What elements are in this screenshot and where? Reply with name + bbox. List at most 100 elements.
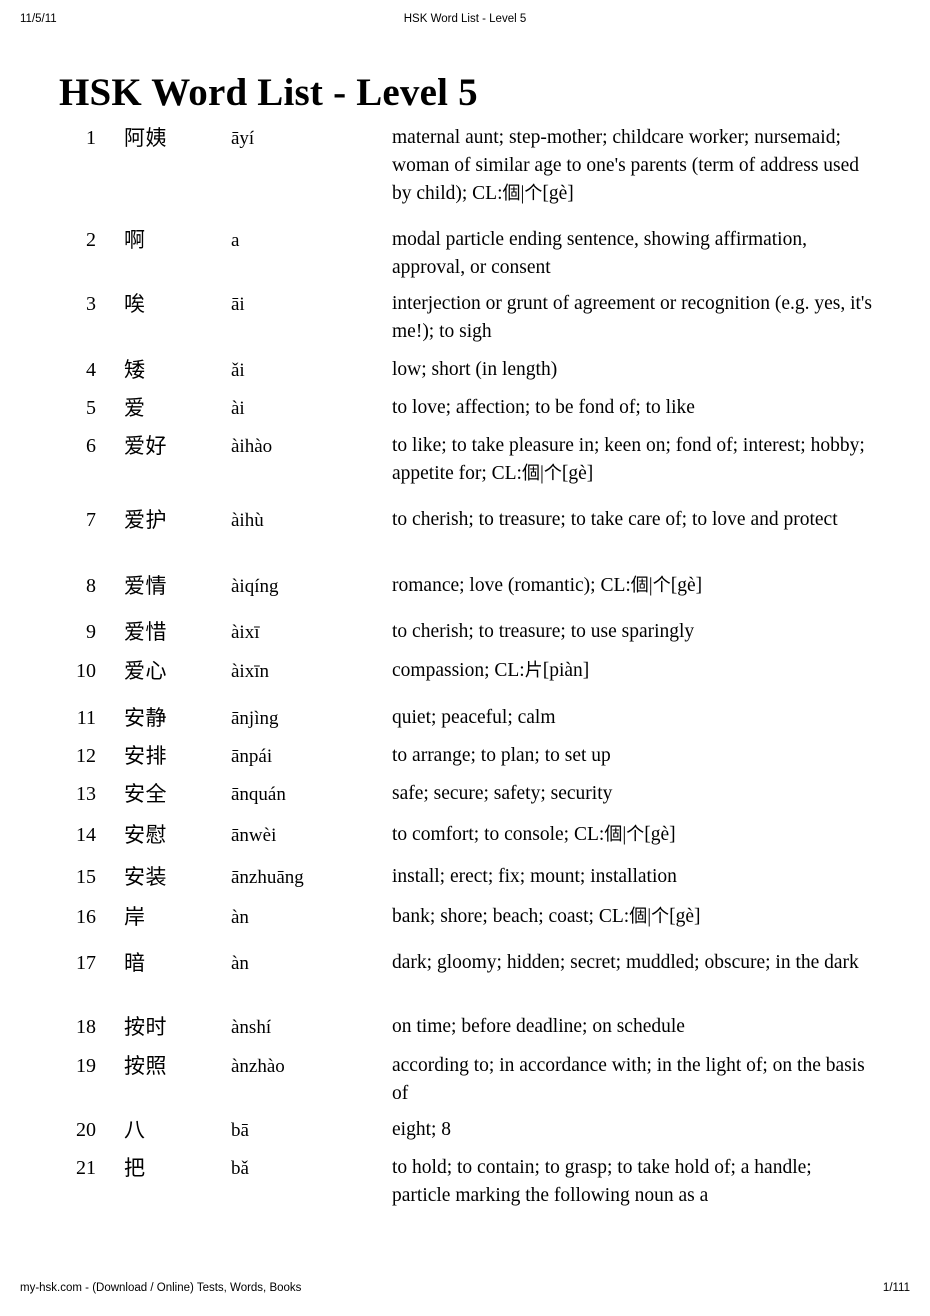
entry-hanzi: 啊 <box>124 228 146 252</box>
entry-number: 3 <box>86 293 96 315</box>
entry-pinyin: àixīn <box>231 661 269 682</box>
entry-hanzi: 安排 <box>124 744 167 768</box>
entry-number: 5 <box>86 397 96 419</box>
entry-hanzi: 爱护 <box>124 508 167 532</box>
entry-number: 8 <box>86 575 96 597</box>
entry-number: 2 <box>86 229 96 251</box>
entry-definition: install; erect; fix; mount; installation <box>392 866 677 887</box>
entry-number: 15 <box>76 866 96 888</box>
entry-definition: bank; shore; beach; coast; CL:個|个[gè] <box>392 906 701 927</box>
entry-number: 4 <box>86 359 96 381</box>
entry-number: 10 <box>76 660 96 682</box>
entry-definition: on time; before deadline; on schedule <box>392 1016 685 1037</box>
entry-definition: to like; to take pleasure in; keen on; f… <box>392 435 865 484</box>
entry-pinyin: bā <box>231 1120 249 1141</box>
entry-hanzi: 安静 <box>124 706 167 730</box>
entry-number: 14 <box>76 824 96 846</box>
entry-pinyin: ànshí <box>231 1017 272 1038</box>
entry-definition: to arrange; to plan; to set up <box>392 745 611 766</box>
entry-number: 17 <box>76 952 96 974</box>
entry-pinyin: àixī <box>231 622 260 643</box>
entry-hanzi: 按照 <box>124 1054 167 1078</box>
table-row: 6 爱好 àihào to like; to take pleasure in; ke… <box>0 432 930 496</box>
entry-pinyin: āyí <box>231 128 255 149</box>
entry-pinyin: ǎi <box>231 360 245 381</box>
print-header: 11/5/11 HSK Word List - Level 5 <box>0 11 930 27</box>
table-row: 4 矮 ǎi low; short (in length) <box>0 356 930 392</box>
table-row: 5 爱 ài to love; affection; to be fond of; t… <box>0 394 930 430</box>
entry-pinyin: àihù <box>231 510 264 531</box>
entry-hanzi: 爱惜 <box>124 620 167 644</box>
table-row: 15 安装 ānzhuāng install; erect; fix; mount; … <box>0 863 930 899</box>
table-row: 13 安全 ānquán safe; secure; safety; security <box>0 780 930 816</box>
table-row: 3 唉 āi interjection or grunt of agreement o… <box>0 290 930 354</box>
table-row: 16 岸 àn bank; shore; beach; coast; CL:個|个[g… <box>0 903 930 939</box>
entry-definition: interjection or grunt of agreement or re… <box>392 293 873 342</box>
entry-pinyin: àn <box>231 907 249 928</box>
entry-number: 6 <box>86 435 96 457</box>
entry-pinyin: ānquán <box>231 784 286 805</box>
entry-definition: romance; love (romantic); CL:個|个[gè] <box>392 575 703 596</box>
entry-pinyin: àiqíng <box>231 576 279 597</box>
table-row: 18 按时 ànshí on time; before deadline; on sc… <box>0 1013 930 1049</box>
entry-definition: compassion; CL:片[piàn] <box>392 660 590 681</box>
entry-definition: according to; in accordance with; in the… <box>392 1055 865 1104</box>
table-row: 12 安排 ānpái to arrange; to plan; to set up <box>0 742 930 778</box>
entry-hanzi: 爱心 <box>124 659 167 683</box>
entry-hanzi: 安装 <box>124 865 167 889</box>
entry-number: 12 <box>76 745 96 767</box>
entry-number: 11 <box>76 707 96 729</box>
print-header-title: HSK Word List - Level 5 <box>403 13 527 25</box>
entry-hanzi: 唉 <box>124 292 146 316</box>
entry-hanzi: 阿姨 <box>124 126 167 150</box>
table-row: 9 爱惜 àixī to cherish; to treasure; to use s… <box>0 618 930 654</box>
entry-number: 21 <box>76 1157 96 1179</box>
print-footer-source: my-hsk.com - (Download / Online) Tests, … <box>20 1282 302 1294</box>
entry-number: 9 <box>86 621 96 643</box>
entry-pinyin: ānjìng <box>231 708 279 729</box>
entry-pinyin: ānwèi <box>231 825 277 846</box>
table-row: 2 啊 a modal particle ending sentence, showi… <box>0 226 930 290</box>
entry-number: 16 <box>76 906 96 928</box>
entry-number: 7 <box>86 509 96 531</box>
entry-definition: eight; 8 <box>392 1119 452 1140</box>
entry-hanzi: 爱情 <box>124 574 167 598</box>
table-row: 19 按照 ànzhào according to; in accordance wi… <box>0 1052 930 1116</box>
table-row: 17 暗 àn dark; gloomy; hidden; secret; muddl… <box>0 949 930 1013</box>
entry-definition: dark; gloomy; hidden; secret; muddled; o… <box>392 952 859 973</box>
entry-hanzi: 暗 <box>124 951 146 975</box>
entry-number: 20 <box>76 1119 96 1141</box>
entry-pinyin: bǎ <box>231 1158 249 1179</box>
table-row: 21 把 bǎ to hold; to contain; to grasp; to t… <box>0 1154 930 1218</box>
entry-number: 1 <box>86 127 96 149</box>
entry-pinyin: àn <box>231 953 249 974</box>
table-row: 14 安慰 ānwèi to comfort; to console; CL:個|个[… <box>0 821 930 857</box>
entry-number: 13 <box>76 783 96 805</box>
entry-definition: quiet; peaceful; calm <box>392 707 556 728</box>
print-footer-page-number: 1/111 <box>882 1282 910 1294</box>
entry-pinyin: a <box>231 230 240 251</box>
page-title: HSK Word List - Level 5 <box>59 71 478 115</box>
entry-hanzi: 安慰 <box>124 823 167 847</box>
entry-hanzi: 爱好 <box>124 434 167 458</box>
entry-hanzi: 爱 <box>124 396 146 420</box>
entry-definition: safe; secure; safety; security <box>392 783 613 804</box>
entry-definition: low; short (in length) <box>392 359 558 380</box>
entry-pinyin: ānpái <box>231 746 273 767</box>
table-row: 20 八 bā eight; 8 <box>0 1116 930 1152</box>
entry-definition: to hold; to contain; to grasp; to take h… <box>392 1157 812 1206</box>
entry-definition: to love; affection; to be fond of; to li… <box>392 397 695 418</box>
entry-hanzi: 把 <box>124 1156 146 1180</box>
entry-definition: to cherish; to treasure; to take care of… <box>392 509 838 530</box>
entry-hanzi: 岸 <box>124 905 146 929</box>
entry-number: 18 <box>76 1016 96 1038</box>
entry-hanzi: 按时 <box>124 1015 167 1039</box>
table-row: 1 阿姨 āyí maternal aunt; step-mother; childc… <box>0 124 930 216</box>
entry-pinyin: àihào <box>231 436 273 457</box>
entry-pinyin: ānzhuāng <box>231 867 304 888</box>
table-row: 8 爱情 àiqíng romance; love (romantic); CL:個|… <box>0 572 930 608</box>
entry-number: 19 <box>76 1055 96 1077</box>
entry-hanzi: 安全 <box>124 782 167 806</box>
entry-definition: modal particle ending sentence, showing … <box>392 229 807 278</box>
entry-pinyin: ànzhào <box>231 1056 285 1077</box>
